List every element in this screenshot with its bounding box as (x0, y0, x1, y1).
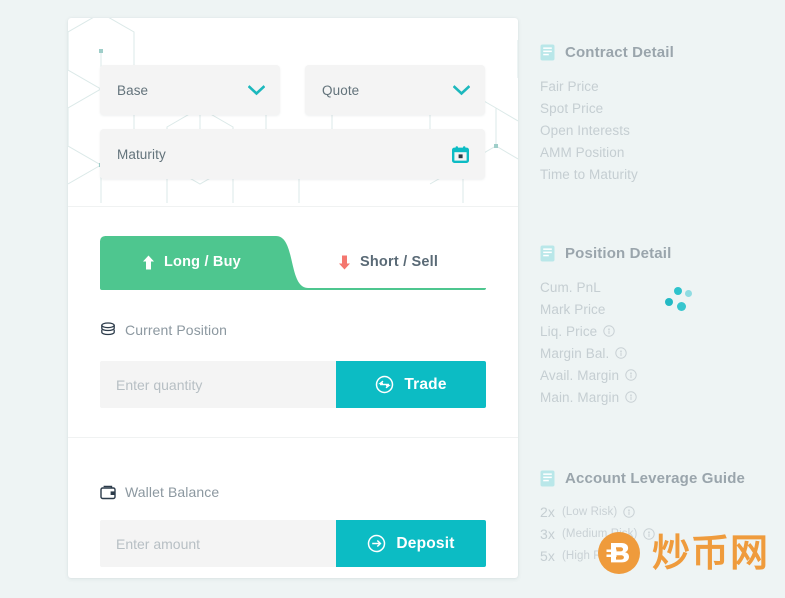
quantity-input[interactable] (100, 361, 336, 408)
position-detail-panel: Position Detail Cum. PnL Mark Price Liq.… (540, 245, 780, 408)
info-icon[interactable] (625, 391, 637, 403)
trade-input-row: Trade (100, 361, 486, 408)
tab-short-sell-label: Short / Sell (360, 254, 439, 270)
detail-row-label: Liq. Price (540, 323, 598, 339)
wallet-balance-heading: Wallet Balance (100, 484, 219, 500)
detail-row: Cum. PnL (540, 276, 780, 298)
deposit-input-row: Deposit (100, 520, 486, 567)
arrow-down-icon (338, 255, 351, 270)
trade-card: Base Quote Maturity Long / Buy Short / S… (68, 18, 518, 578)
maturity-date-picker[interactable]: Maturity (100, 129, 485, 179)
site-watermark: 炒币网 (597, 531, 769, 575)
position-detail-title: Position Detail (565, 245, 672, 262)
detail-row: Main. Margin (540, 386, 780, 408)
base-asset-label: Base (117, 82, 149, 98)
calendar-icon[interactable] (451, 145, 485, 164)
loading-spinner-icon (665, 287, 692, 313)
document-list-icon (540, 44, 555, 61)
detail-row: Fair Price (540, 75, 780, 97)
detail-row: Time to Maturity (540, 163, 780, 185)
detail-row-label: Mark Price (540, 301, 606, 317)
arrow-right-circle-icon (367, 534, 386, 553)
bitcoin-b-icon (597, 531, 641, 575)
detail-row-label: Fair Price (540, 78, 599, 94)
current-position-label: Current Position (125, 322, 227, 338)
leverage-multiplier: 3x (540, 526, 555, 542)
detail-row: Margin Bal. (540, 342, 780, 364)
info-icon[interactable] (625, 369, 637, 381)
trade-button[interactable]: Trade (336, 361, 486, 408)
detail-row-label: Avail. Margin (540, 367, 620, 383)
wallet-icon (100, 485, 116, 500)
contract-detail-rows: Fair Price Spot Price Open Interests AMM… (540, 75, 780, 185)
detail-sidebar: Contract Detail Fair Price Spot Price Op… (540, 44, 780, 567)
position-detail-header: Position Detail (540, 245, 780, 262)
position-detail-rows: Cum. PnL Mark Price Liq. Price Margin Ba… (540, 276, 780, 408)
tab-short-sell[interactable]: Short / Sell (280, 236, 486, 288)
detail-row-label: Main. Margin (540, 389, 620, 405)
leverage-multiplier: 2x (540, 504, 555, 520)
base-asset-select[interactable]: Base (100, 65, 280, 115)
deposit-button[interactable]: Deposit (336, 520, 486, 567)
detail-row-label: AMM Position (540, 144, 625, 160)
tab-long-buy-label: Long / Buy (164, 254, 241, 270)
watermark-text: 炒币网 (652, 531, 770, 575)
info-icon[interactable] (615, 347, 628, 359)
deposit-button-label: Deposit (396, 534, 455, 552)
quote-asset-label: Quote (322, 82, 360, 98)
current-position-heading: Current Position (100, 322, 227, 338)
detail-row-label: Spot Price (540, 100, 604, 116)
detail-row-label: Cum. PnL (540, 279, 601, 295)
amount-input[interactable] (100, 520, 336, 567)
tab-long-buy[interactable]: Long / Buy (100, 236, 315, 288)
detail-row-label: Margin Bal. (540, 345, 610, 361)
detail-row: Avail. Margin (540, 364, 780, 386)
info-icon[interactable] (623, 506, 636, 518)
section-divider (68, 206, 518, 207)
contract-selector: Base Quote Maturity (68, 18, 518, 206)
chevron-down-icon[interactable] (453, 84, 485, 96)
detail-row: Open Interests (540, 119, 780, 141)
wallet-balance-label: Wallet Balance (125, 484, 220, 500)
account-leverage-guide-title: Account Leverage Guide (565, 470, 746, 487)
detail-row: Spot Price (540, 97, 780, 119)
account-leverage-guide-header: Account Leverage Guide (540, 470, 780, 487)
contract-detail-title: Contract Detail (565, 44, 674, 61)
exchange-circle-icon (375, 375, 394, 394)
document-list-icon (540, 470, 555, 487)
contract-detail-panel: Contract Detail Fair Price Spot Price Op… (540, 44, 780, 185)
detail-row: AMM Position (540, 141, 780, 163)
detail-row: Liq. Price (540, 320, 780, 342)
maturity-label: Maturity (117, 146, 166, 162)
leverage-row: 2x (Low Risk) (540, 501, 780, 523)
contract-detail-header: Contract Detail (540, 44, 780, 61)
detail-row-label: Time to Maturity (540, 166, 638, 182)
document-list-icon (540, 245, 555, 262)
database-icon (100, 322, 116, 338)
quote-asset-select[interactable]: Quote (305, 65, 485, 115)
section-divider (68, 437, 518, 438)
info-icon[interactable] (603, 325, 615, 337)
detail-row: Mark Price (540, 298, 780, 320)
leverage-multiplier: 5x (540, 548, 555, 564)
chevron-down-icon[interactable] (248, 84, 280, 96)
trade-button-label: Trade (404, 375, 447, 393)
trade-direction-tabs: Long / Buy Short / Sell (100, 236, 486, 288)
leverage-risk-note: (Low Risk) (562, 506, 618, 518)
detail-row-label: Open Interests (540, 122, 630, 138)
arrow-up-icon (142, 255, 155, 270)
